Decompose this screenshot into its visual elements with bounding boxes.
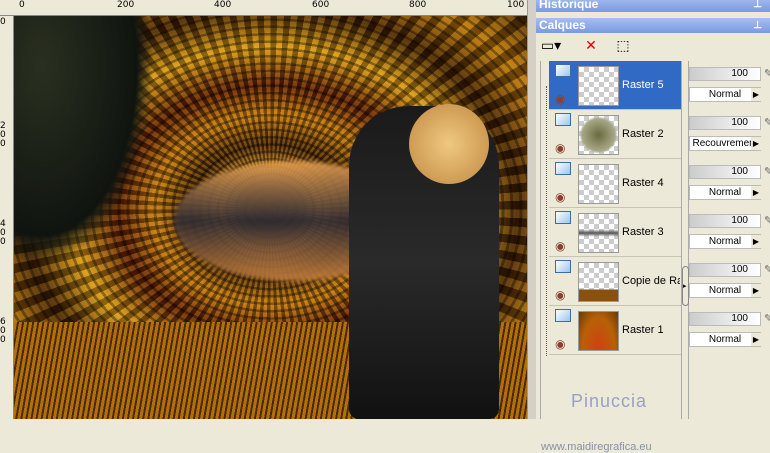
opacity-slider[interactable]: 100	[689, 263, 761, 277]
layer-properties: 100 ✎ Recouvrement ▶	[689, 110, 770, 159]
pin-icon[interactable]: ⊥	[753, 18, 762, 33]
new-layer-icon[interactable]: ▭▾	[540, 37, 562, 57]
watermark-url: www.maidiregrafica.eu	[541, 441, 652, 453]
opacity-slider[interactable]: 100	[689, 214, 761, 228]
layer-thumbnail	[578, 311, 619, 351]
layer-row[interactable]: ◉ Raster 1	[549, 306, 681, 355]
history-title: Historique	[539, 0, 599, 11]
ruler-label: 2 0 0	[0, 121, 6, 149]
layers-toolbar: ▭▾ ✕ ⬚	[536, 34, 770, 60]
canvas-trees	[14, 16, 154, 266]
ruler-label: 100	[507, 0, 525, 10]
layer-row[interactable]: ◉ Raster 2	[549, 110, 681, 159]
layer-name: Raster 1	[622, 324, 664, 336]
layer-row[interactable]: ◉ Raster 3	[549, 208, 681, 257]
opacity-slider[interactable]: 100	[689, 116, 761, 130]
layer-properties: 100 ✎ Normal ▶	[689, 306, 770, 355]
layer-type-icon[interactable]	[555, 260, 571, 273]
layer-properties: 100 ✎ Normal ▶	[689, 208, 770, 257]
ruler-label: 800	[409, 0, 427, 10]
layer-row[interactable]: ◉ Raster 5	[549, 61, 681, 110]
lock-icon[interactable]: ✎	[764, 214, 770, 227]
layers-palette: Historique ⊥ Calques ⊥ ▭▾ ✕ ⬚ ◉ Raster 5 ◉…	[536, 0, 770, 453]
layer-row[interactable]: ◉ Copie de Raster 1	[549, 257, 681, 306]
layer-properties: 100 ✎ Normal ▶	[689, 257, 770, 306]
pin-icon[interactable]: ⊥	[753, 0, 762, 12]
layer-thumbnail	[578, 262, 619, 302]
splitter-handle[interactable]: ▸	[682, 266, 689, 306]
layer-tree-lines	[546, 86, 547, 356]
lock-icon[interactable]: ✎	[764, 165, 770, 178]
delete-layer-icon[interactable]: ✕	[580, 37, 602, 57]
ruler-label: 0	[19, 0, 25, 10]
ruler-label: 200	[117, 0, 135, 10]
layer-name: Raster 3	[622, 226, 664, 238]
blend-dropdown-arrow-icon[interactable]: ▶	[751, 235, 761, 248]
blend-dropdown-arrow-icon[interactable]: ▶	[751, 88, 761, 101]
layer-name: Raster 4	[622, 177, 664, 189]
layer-type-icon[interactable]	[555, 309, 571, 322]
layer-thumbnail	[578, 115, 619, 155]
eye-icon[interactable]: ◉	[555, 288, 565, 302]
opacity-slider[interactable]: 100	[689, 165, 761, 179]
ruler-label: 0	[0, 17, 6, 27]
lock-icon[interactable]: ✎	[764, 263, 770, 276]
ruler-label: 600	[312, 0, 330, 10]
opacity-slider[interactable]: 100	[689, 312, 761, 326]
canvas-woman-head	[409, 104, 489, 184]
eye-icon[interactable]: ◉	[555, 190, 565, 204]
layer-thumbnail	[578, 213, 619, 253]
blend-dropdown-arrow-icon[interactable]: ▶	[751, 137, 761, 150]
ruler-label: 400	[214, 0, 232, 10]
vertical-ruler: 0 2 0 0 4 0 0 6 0 0	[0, 16, 14, 419]
lock-icon[interactable]: ✎	[764, 312, 770, 325]
horizontal-ruler: 0 200 400 600 800 100	[0, 0, 530, 16]
layer-name: Copie de Raster 1	[622, 275, 680, 287]
lock-icon[interactable]: ✎	[764, 116, 770, 129]
layers-list: ◉ Raster 5 ◉ Raster 2 ◉ Raster 4 ◉ Raste…	[540, 61, 770, 453]
history-panel-header[interactable]: Historique ⊥	[536, 0, 770, 12]
layer-properties: 100 ✎ Normal ▶	[689, 61, 770, 110]
layer-type-icon[interactable]	[555, 162, 571, 175]
blend-dropdown-arrow-icon[interactable]: ▶	[751, 186, 761, 199]
layer-name: Raster 2	[622, 128, 664, 140]
watermark-name: Pinuccia	[571, 391, 648, 411]
blend-dropdown-arrow-icon[interactable]: ▶	[751, 333, 761, 346]
edit-selection-icon[interactable]: ⬚	[612, 37, 634, 57]
opacity-slider[interactable]: 100	[689, 67, 761, 81]
layer-row[interactable]: ◉ Raster 4	[549, 159, 681, 208]
layer-thumbnail	[578, 66, 619, 106]
layer-name: Raster 5	[622, 79, 664, 91]
layer-type-icon[interactable]	[555, 64, 571, 77]
layer-type-icon[interactable]	[555, 113, 571, 126]
layers-splitter[interactable]: ▸	[681, 61, 689, 419]
layers-panel-header[interactable]: Calques ⊥	[536, 18, 770, 33]
canvas-scrollbar[interactable]	[527, 0, 536, 419]
eye-icon[interactable]: ◉	[555, 337, 565, 351]
image-canvas[interactable]	[14, 16, 527, 419]
eye-icon[interactable]: ◉	[555, 141, 565, 155]
layer-properties: 100 ✎ Normal ▶	[689, 159, 770, 208]
blend-dropdown-arrow-icon[interactable]: ▶	[751, 284, 761, 297]
layer-type-icon[interactable]	[555, 211, 571, 224]
ruler-label: 4 0 0	[0, 219, 6, 247]
eye-icon[interactable]: ◉	[555, 239, 565, 253]
ruler-label: 6 0 0	[0, 317, 6, 345]
layer-thumbnail	[578, 164, 619, 204]
lock-icon[interactable]: ✎	[764, 67, 770, 80]
eye-icon[interactable]: ◉	[555, 92, 565, 106]
layers-title: Calques	[539, 18, 586, 32]
